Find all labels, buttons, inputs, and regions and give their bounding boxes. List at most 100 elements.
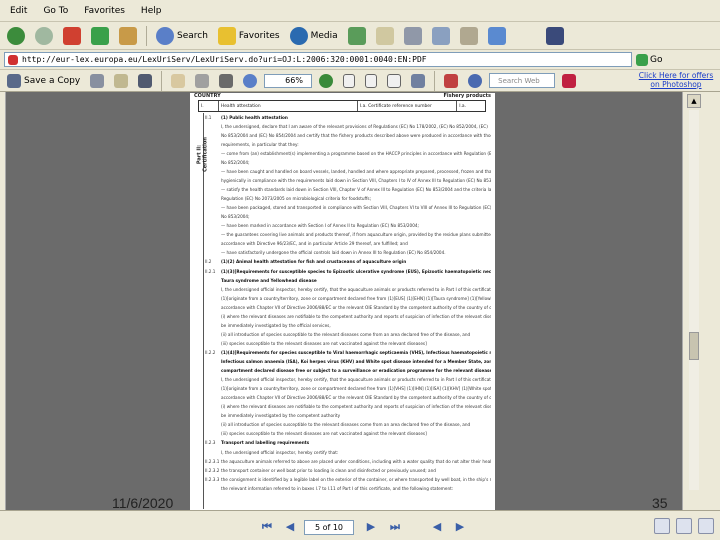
rotate-icon xyxy=(411,73,426,88)
snapshot-tool[interactable] xyxy=(216,72,236,90)
zoom-plus-button[interactable] xyxy=(316,72,336,90)
line-number: II.2.3 xyxy=(205,440,216,446)
edit-button[interactable] xyxy=(429,25,453,47)
line-number: II.2 xyxy=(205,259,212,264)
fit-page-button[interactable] xyxy=(362,72,380,90)
rotate-button[interactable] xyxy=(408,72,428,90)
navigation-pane[interactable] xyxy=(0,92,6,510)
line-text: — satisfy the health standards laid down… xyxy=(221,187,491,192)
go-button[interactable]: Go xyxy=(636,53,662,66)
search-web-input[interactable]: Search Web xyxy=(489,73,556,88)
favorites-label: Favorites xyxy=(238,30,280,41)
messenger-button[interactable] xyxy=(485,25,509,47)
line-text: — have been packaged, stored and transpo… xyxy=(221,205,491,210)
yahoo-button[interactable] xyxy=(559,72,579,90)
forward-view-button[interactable]: ▶ xyxy=(453,520,467,534)
forward-button[interactable] xyxy=(32,25,56,47)
previous-page-button[interactable]: ◀ xyxy=(283,520,297,534)
zoom-level-select[interactable]: 66% xyxy=(264,73,313,88)
back-button[interactable] xyxy=(4,25,28,47)
pen-icon xyxy=(444,73,459,88)
sign-button[interactable] xyxy=(441,72,461,90)
line-text: (iii) species susceptible to the relevan… xyxy=(221,431,427,437)
zoom-plus-icon xyxy=(319,73,334,88)
discuss-button[interactable] xyxy=(457,25,481,47)
line-text: I, the undersigned official inspector, h… xyxy=(221,377,491,383)
line-text: (ii) all introduction of species suscept… xyxy=(221,331,471,337)
menu-goto[interactable]: Go To xyxy=(41,5,70,17)
scrollbar-thumb[interactable] xyxy=(689,332,699,360)
edit-icon xyxy=(431,26,450,45)
line-text: Transport and labelling requirements xyxy=(221,440,310,446)
fit-page-icon xyxy=(365,73,378,88)
line-number: II.2.1 xyxy=(205,268,216,274)
hand-icon xyxy=(171,73,186,88)
line-text: requirements, in particular that they: xyxy=(221,142,299,147)
page-number-field[interactable]: 5 of 10 xyxy=(304,520,354,535)
stop-button[interactable] xyxy=(60,25,84,47)
single-page-button[interactable] xyxy=(654,518,670,534)
save-copy-button[interactable]: Save a Copy xyxy=(4,72,83,90)
line-text: — come from (an) establishment(s) implem… xyxy=(221,151,491,156)
search-button[interactable]: Search xyxy=(153,25,211,47)
line-text: (1)(4)[Requirements for species suscepti… xyxy=(221,349,491,355)
research-button[interactable] xyxy=(543,25,567,47)
favorites-button[interactable]: Favorites xyxy=(215,25,283,47)
line-text: (1) Public health attestation xyxy=(221,115,288,120)
home-button[interactable] xyxy=(116,25,140,47)
next-page-button[interactable]: ▶ xyxy=(364,520,378,534)
actual-size-button[interactable] xyxy=(340,72,358,90)
line-text: No 853/2004 and (EC) No 854/2004 and cer… xyxy=(221,133,491,138)
forward-arrow-icon xyxy=(35,26,53,45)
camera-icon xyxy=(219,73,234,88)
line-text: hygienically in compliance with the requ… xyxy=(221,178,491,183)
photoshop-promo-link[interactable]: Click Here for offers on Photoshop xyxy=(636,71,716,91)
line-text: I, the undersigned official inspector, h… xyxy=(221,449,339,455)
back-view-button[interactable]: ◀ xyxy=(430,520,444,534)
help-button[interactable] xyxy=(465,72,485,90)
line-number: II.2.3.3 xyxy=(205,477,219,483)
line-text: (ii) all introduction of species suscept… xyxy=(221,422,471,428)
line-text: — the guarantees covering live animals a… xyxy=(221,232,491,237)
browser-toolbar: Search Favorites Media xyxy=(0,22,720,50)
right-scroll-panel: ▲ xyxy=(682,92,720,510)
line-text: I, the undersigned, declare that I am aw… xyxy=(221,124,488,129)
health-attestation-cell: Health attestation xyxy=(219,101,358,111)
history-button[interactable] xyxy=(345,25,369,47)
media-button[interactable]: Media xyxy=(287,25,341,47)
first-page-button[interactable]: ⏮ xyxy=(260,520,274,534)
menu-edit[interactable]: Edit xyxy=(8,5,29,17)
binoculars-icon xyxy=(138,73,153,88)
header-fishery: Fishery products xyxy=(443,93,491,99)
url-field[interactable]: http://eur-lex.europa.eu/LexUriServ/LexU… xyxy=(4,52,632,67)
line-text: the consignment is identified by a legib… xyxy=(221,477,491,483)
facing-pages-button[interactable] xyxy=(698,518,714,534)
mail-button[interactable] xyxy=(373,25,397,47)
refresh-icon xyxy=(91,26,109,45)
find-button[interactable] xyxy=(135,72,155,90)
hand-tool[interactable] xyxy=(168,72,188,90)
fit-width-icon xyxy=(387,73,402,88)
menu-favorites[interactable]: Favorites xyxy=(82,5,127,17)
print-pdf-button[interactable] xyxy=(87,72,107,90)
email-button[interactable] xyxy=(111,72,131,90)
continuous-page-button[interactable] xyxy=(676,518,692,534)
line-text: (iii) species susceptible to the relevan… xyxy=(221,340,427,346)
scroll-up-arrow[interactable]: ▲ xyxy=(687,94,701,108)
line-text: (i) where the relevant diseases are noti… xyxy=(221,313,491,319)
vertical-scrollbar[interactable] xyxy=(689,110,699,490)
url-text: http://eur-lex.europa.eu/LexUriServ/LexU… xyxy=(22,55,427,64)
last-page-button[interactable]: ⏭ xyxy=(388,520,402,534)
address-bar: http://eur-lex.europa.eu/LexUriServ/LexU… xyxy=(0,50,720,70)
zoom-in-tool[interactable] xyxy=(240,72,260,90)
line-number: II.2.2 xyxy=(205,349,216,355)
certificate-ref-cell: I.a. Certificate reference number xyxy=(358,101,458,111)
select-text-tool[interactable] xyxy=(192,72,212,90)
refresh-button[interactable] xyxy=(88,25,112,47)
fit-width-button[interactable] xyxy=(384,72,404,90)
line-text: Infectious salmon anaemia (ISA), Koi her… xyxy=(221,359,491,365)
help-icon xyxy=(468,73,483,88)
line-text: be immediately investigated by the compe… xyxy=(221,413,341,419)
menu-help[interactable]: Help xyxy=(139,5,164,17)
print-button[interactable] xyxy=(401,25,425,47)
